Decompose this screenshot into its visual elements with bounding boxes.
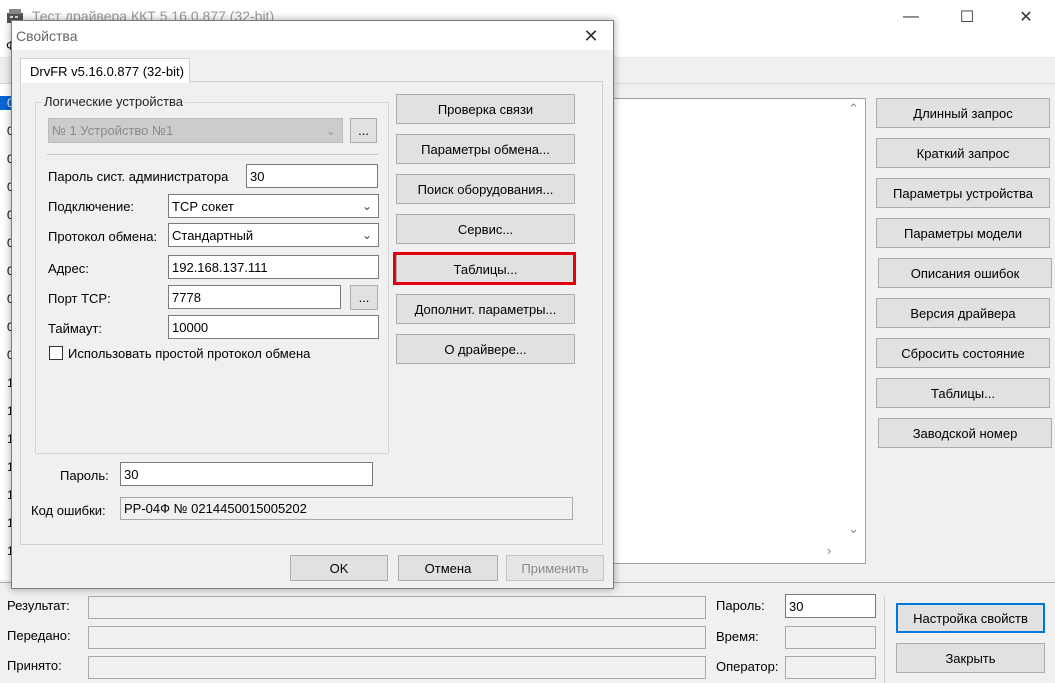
status-password-label: Пароль: <box>716 598 765 613</box>
chevron-down-icon: ⌄ <box>361 228 372 242</box>
properties-dialog: Свойства ✕ DrvFR v5.16.0.877 (32-bit) Ло… <box>11 20 614 589</box>
received-label: Принято: <box>7 658 62 673</box>
port-label: Порт TCP: <box>48 291 111 306</box>
extra-params-button[interactable]: Дополнит. параметры... <box>396 294 575 324</box>
protocol-combo-value: Стандартный <box>172 227 254 243</box>
cancel-button[interactable]: Отмена <box>398 555 498 581</box>
operator-label: Оператор: <box>716 659 779 674</box>
protocol-combo[interactable]: Стандартный ⌄ <box>168 223 379 247</box>
password-label: Пароль: <box>60 468 109 483</box>
scroll-down-icon[interactable]: ⌄ <box>848 521 859 537</box>
scroll-right-icon[interactable]: › <box>827 543 831 558</box>
simple-protocol-checkbox[interactable] <box>49 346 63 360</box>
device-browse-button[interactable]: ... <box>350 118 377 143</box>
exchange-params-button[interactable]: Параметры обмена... <box>396 134 575 164</box>
model-params-button[interactable]: Параметры модели <box>876 218 1050 248</box>
time-field <box>785 626 876 649</box>
result-label: Результат: <box>7 598 70 613</box>
tables-button-main[interactable]: Таблицы... <box>876 378 1050 408</box>
long-request-button[interactable]: Длинный запрос <box>876 98 1050 128</box>
error-code-label: Код ошибки: <box>31 503 106 518</box>
maximize-icon[interactable]: ☐ <box>944 4 990 30</box>
sent-field <box>88 626 706 649</box>
address-label: Адрес: <box>48 261 89 276</box>
status-vertical-divider <box>884 596 885 683</box>
operator-field <box>785 656 876 679</box>
password-input[interactable]: 30 <box>120 462 373 486</box>
serial-number-button[interactable]: Заводской номер <box>878 418 1052 448</box>
device-combo-value: № 1 Устройство №1 <box>52 123 174 138</box>
port-browse-button[interactable]: ... <box>350 285 378 310</box>
protocol-label: Протокол обмена: <box>48 229 158 244</box>
dialog-title: Свойства <box>16 28 78 44</box>
device-params-button[interactable]: Параметры устройства <box>876 178 1050 208</box>
group-divider <box>47 154 378 155</box>
address-input[interactable]: 192.168.137.111 <box>168 255 379 279</box>
admin-password-label: Пароль сист. администратора <box>48 169 229 184</box>
search-equipment-button[interactable]: Поиск оборудования... <box>396 174 575 204</box>
driver-version-button[interactable]: Версия драйвера <box>876 298 1050 328</box>
log-textarea[interactable]: ⌃ ⌄ › <box>604 98 866 564</box>
short-request-button[interactable]: Краткий запрос <box>876 138 1050 168</box>
tables-highlight-frame <box>393 252 576 285</box>
admin-password-input[interactable]: 30 <box>246 164 378 188</box>
sent-label: Передано: <box>7 628 71 643</box>
tab-drvfr[interactable]: DrvFR v5.16.0.877 (32-bit) <box>20 58 190 83</box>
received-field <box>88 656 706 679</box>
status-password-input[interactable]: 30 <box>785 594 876 618</box>
error-descriptions-button[interactable]: Описания ошибок <box>878 258 1052 288</box>
connection-combo-value: TCP сокет <box>172 198 234 214</box>
connection-combo[interactable]: TCP сокет ⌄ <box>168 194 379 218</box>
connection-label: Подключение: <box>48 199 135 214</box>
close-icon[interactable]: ✕ <box>1003 4 1049 30</box>
apply-button[interactable]: Применить <box>506 555 604 581</box>
close-button[interactable]: Закрыть <box>896 643 1045 673</box>
simple-protocol-label: Использовать простой протокол обмена <box>68 346 311 361</box>
settings-properties-button[interactable]: Настройка свойств <box>896 603 1045 633</box>
logical-devices-title: Логические устройства <box>42 94 186 109</box>
dialog-titlebar <box>12 21 613 50</box>
chevron-down-icon: ⌄ <box>361 199 372 213</box>
scroll-up-icon[interactable]: ⌃ <box>848 101 859 117</box>
ok-button[interactable]: OK <box>290 555 388 581</box>
check-connection-button[interactable]: Проверка связи <box>396 94 575 124</box>
about-driver-button[interactable]: О драйвере... <box>396 334 575 364</box>
timeout-label: Таймаут: <box>48 321 102 336</box>
timeout-input[interactable]: 10000 <box>168 315 379 339</box>
chevron-down-icon: ⌄ <box>325 123 336 138</box>
port-input[interactable]: 7778 <box>168 285 341 309</box>
minimize-icon[interactable]: — <box>888 4 934 30</box>
device-combo: № 1 Устройство №1 ⌄ <box>48 118 343 143</box>
service-button[interactable]: Сервис... <box>396 214 575 244</box>
dialog-close-icon[interactable]: ✕ <box>576 23 606 49</box>
reset-state-button[interactable]: Сбросить состояние <box>876 338 1050 368</box>
time-label: Время: <box>716 629 759 644</box>
result-field <box>88 596 706 619</box>
error-code-field: РР-04Ф № 0214450015005202 <box>120 497 573 520</box>
